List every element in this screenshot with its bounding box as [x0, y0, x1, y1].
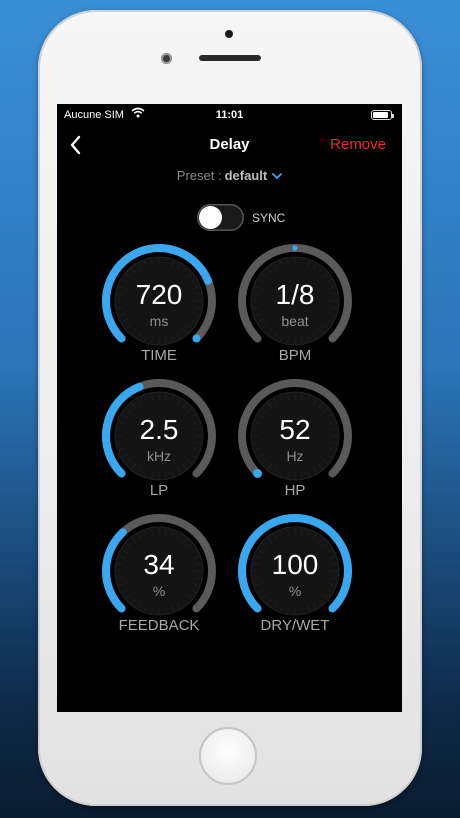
- app-screen: Aucune SIM 11:01 Delay Remove Preset : de…: [57, 104, 402, 712]
- knob-value: 720: [135, 279, 183, 310]
- knob-feedback[interactable]: 34% FEEDBACK: [99, 511, 219, 651]
- knob-time[interactable]: 720 ms TIME: [99, 241, 219, 381]
- knob-label: TIME: [141, 347, 177, 364]
- knob-value: 2.5: [139, 414, 179, 445]
- home-button[interactable]: [199, 727, 257, 785]
- remove-button[interactable]: Remove: [330, 136, 386, 153]
- knob-label: LP: [149, 482, 169, 499]
- battery-icon: [371, 110, 394, 120]
- knob-value: 52: [279, 414, 311, 445]
- knob-unit: Hz: [286, 448, 304, 464]
- front-camera: [161, 53, 172, 64]
- knob-bpm[interactable]: 1/8 beat BPM: [235, 241, 355, 381]
- knob-unit: %: [152, 583, 166, 599]
- proximity-sensor: [225, 30, 233, 38]
- knob-hp[interactable]: 52 Hz HP: [235, 376, 355, 516]
- knob-label: HP: [284, 482, 306, 499]
- knob-label: FEEDBACK: [118, 617, 200, 634]
- chevron-down-icon: [272, 173, 283, 180]
- toggle-knob: [199, 206, 222, 229]
- status-bar: Aucune SIM 11:01: [57, 104, 402, 124]
- knob-value: 100: [271, 549, 319, 580]
- knob-value: 34: [143, 549, 175, 580]
- navigation-bar: Delay Remove: [57, 130, 402, 160]
- knob-unit: ms: [149, 313, 169, 329]
- earpiece-speaker: [199, 55, 261, 61]
- sync-toggle[interactable]: [197, 204, 244, 231]
- sync-label: SYNC: [252, 211, 286, 225]
- preset-prefix: Preset :: [176, 168, 222, 183]
- knob-label: BPM: [278, 347, 312, 364]
- knob-drywet[interactable]: 100% DRY/WET: [235, 511, 355, 651]
- knob-value: 1/8: [275, 279, 315, 310]
- preset-value: default: [224, 168, 268, 183]
- preset-selector[interactable]: Preset : default: [57, 168, 402, 183]
- knob-unit: %: [288, 583, 302, 599]
- knob-unit: beat: [281, 313, 309, 329]
- knob-lp[interactable]: 2.5 kHz LP: [99, 376, 219, 516]
- clock: 11:01: [215, 109, 244, 121]
- knob-unit: kHz: [146, 448, 172, 464]
- knob-label: DRY/WET: [260, 617, 330, 634]
